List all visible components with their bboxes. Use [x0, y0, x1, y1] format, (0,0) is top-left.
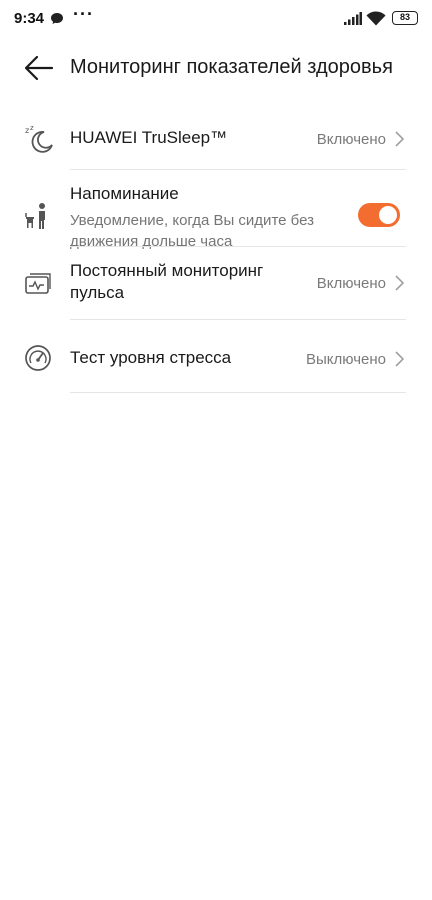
settings-list: z z HUAWEI TruSleep™ Включено Напоминани…: [0, 104, 432, 393]
sleep-moon-icon: z z: [24, 124, 54, 159]
trusleep-row[interactable]: z z HUAWEI TruSleep™ Включено: [0, 104, 432, 170]
heart-rate-status: Включено: [316, 275, 386, 292]
status-bar: 9:34 ··· 83: [0, 0, 432, 38]
battery-icon: 83: [392, 11, 418, 25]
wifi-icon: [366, 11, 386, 31]
reminder-toggle[interactable]: [358, 203, 400, 227]
toggle-knob: [379, 206, 397, 224]
arrow-left-icon: [24, 55, 54, 81]
more-notifications-icon: ···: [73, 4, 94, 24]
reminder-row: Напоминание Уведомление, когда Вы сидите…: [0, 170, 432, 250]
svg-text:z: z: [30, 124, 34, 132]
stress-test-status: Выключено: [306, 351, 386, 368]
stress-test-title: Тест уровня стресса: [70, 348, 232, 367]
sitting-person-icon: [24, 202, 50, 235]
reminder-title: Напоминание: [70, 184, 179, 203]
gauge-icon: [24, 344, 52, 377]
stress-test-row[interactable]: Тест уровня стресса Выключено: [0, 320, 432, 393]
chat-bubble-icon: [50, 12, 64, 30]
signal-icon: [344, 12, 362, 30]
heart-rate-row[interactable]: Постоянный мониторинг пульса Включено: [0, 247, 432, 320]
svg-text:z: z: [25, 126, 29, 135]
heart-rate-title: Постоянный мониторинг пульса: [70, 261, 264, 302]
chevron-right-icon: [395, 351, 405, 372]
chevron-right-icon: [395, 275, 405, 296]
trusleep-title: HUAWEI TruSleep™: [70, 128, 228, 147]
back-button[interactable]: [22, 53, 56, 83]
status-time: 9:34: [14, 10, 45, 27]
heart-rate-monitor-icon: [24, 272, 52, 301]
page-title: Мониторинг показателей здоровья: [70, 56, 393, 78]
divider: [70, 392, 406, 393]
trusleep-status: Включено: [316, 131, 386, 148]
header: Мониторинг показателей здоровья: [0, 40, 432, 98]
chevron-right-icon: [395, 131, 405, 152]
